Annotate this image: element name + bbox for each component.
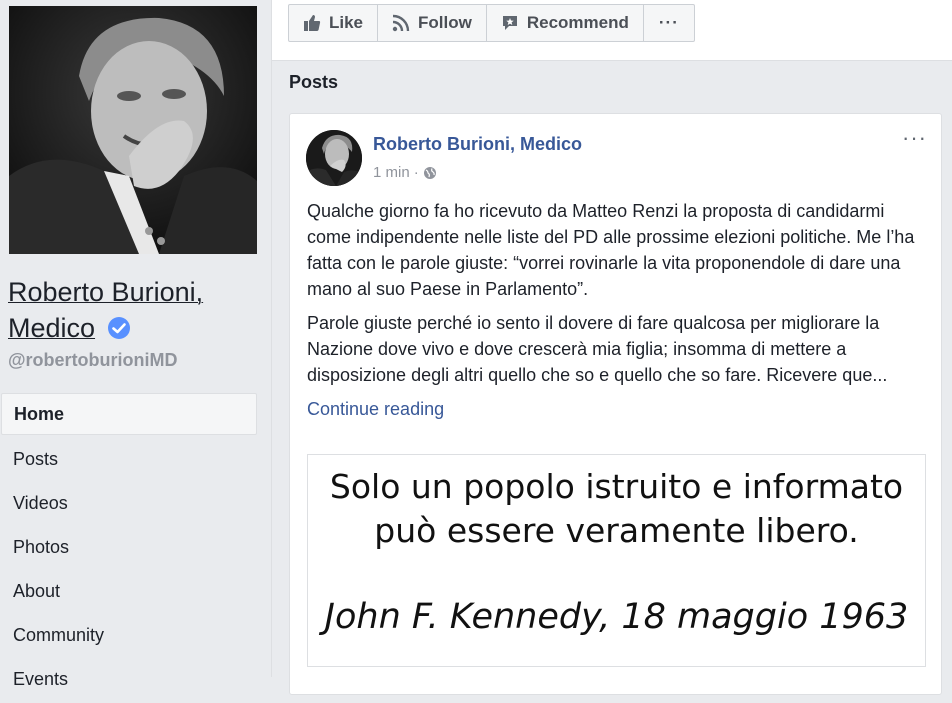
follow-label: Follow [418,13,472,32]
post-timestamp[interactable]: 1 min [373,164,410,181]
recommend-button[interactable]: Recommend [487,5,644,41]
page-name-line1[interactable]: Roberto Burioni, [8,277,203,307]
main-column: Like Follow Recommend ··· Posts Roberto … [272,0,952,695]
sidebar-item-events[interactable]: Events [0,659,257,699]
sidebar-item-videos[interactable]: Videos [0,483,257,523]
post-body: Qualche giorno fa ho ricevuto da Matteo … [307,198,931,422]
sidebar-item-posts[interactable]: Posts [0,439,257,479]
post-paragraph-1: Qualche giorno fa ho ricevuto da Matteo … [307,201,915,299]
recommend-bubble-icon [502,16,517,30]
sidebar-item-community[interactable]: Community [0,615,257,655]
meta-separator: · [413,164,419,181]
continue-reading-link[interactable]: Continue reading [307,396,931,422]
post-card: Roberto Burioni, Medico 1 min · ··· Qual… [289,113,942,695]
page-name-line2[interactable]: Medico [8,313,95,343]
page-handle: @robertoburioniMD [8,350,178,370]
thumbs-up-icon [304,15,321,31]
post-author-name[interactable]: Roberto Burioni, Medico [373,134,582,155]
page-title[interactable]: Roberto Burioni, Medico [8,274,263,349]
avatar-image [306,130,362,186]
more-actions-button[interactable]: ··· [644,5,694,41]
quote-attribution: John F. Kennedy, 18 maggio 1963 [324,597,909,637]
profile-photo-image [9,6,257,254]
follow-button[interactable]: Follow [378,5,487,41]
sidebar-nav: Home Posts Videos Photos About Community… [0,393,257,703]
page-sidebar: Roberto Burioni, Medico @robertoburioniM… [0,0,272,689]
page-action-bar: Like Follow Recommend ··· [272,0,952,61]
recommend-label: Recommend [526,13,629,32]
post-paragraph-2: Parole giuste perché io sento il dovere … [307,313,888,385]
post-quote-image[interactable]: Solo un popolo istruito e informato può … [307,454,926,667]
post-options-button[interactable]: ··· [902,127,927,149]
post-author-avatar[interactable] [306,130,362,186]
globe-icon[interactable] [423,166,437,180]
rss-follow-icon [392,14,410,32]
sidebar-item-about[interactable]: About [0,571,257,611]
verified-badge-icon [107,313,131,349]
quote-line-2: può essere veramente libero. [374,511,859,550]
post-meta: 1 min · [373,164,437,181]
profile-photo[interactable] [9,6,257,254]
sidebar-item-home[interactable]: Home [1,393,257,435]
quote-line-1: Solo un popolo istruito e informato [329,467,904,506]
like-label: Like [329,13,364,32]
like-button[interactable]: Like [289,5,379,41]
action-button-group: Like Follow Recommend ··· [288,4,695,42]
sidebar-item-photos[interactable]: Photos [0,527,257,567]
posts-section-title: Posts [289,72,339,92]
